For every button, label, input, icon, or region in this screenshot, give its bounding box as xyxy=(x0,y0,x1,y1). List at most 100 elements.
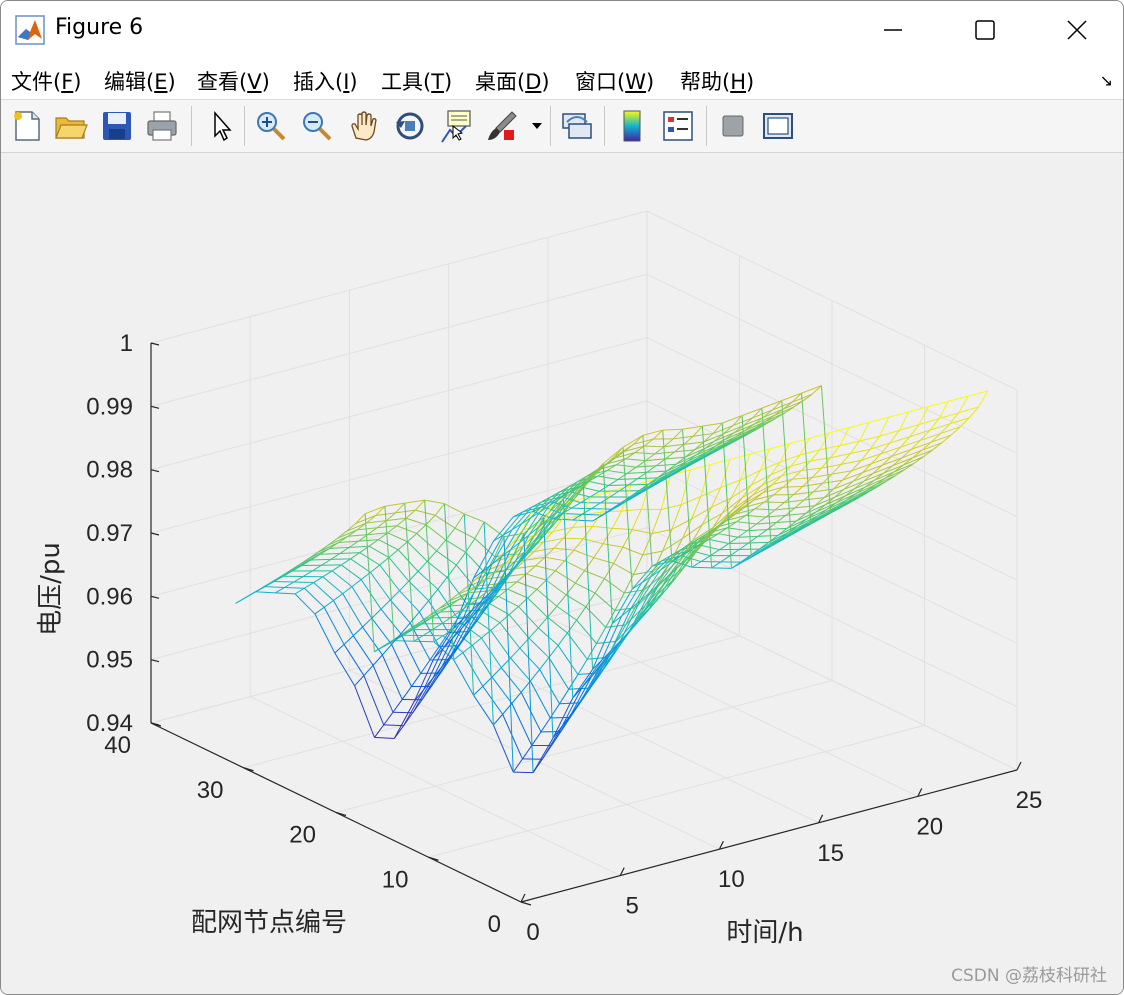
mesh-line xyxy=(473,694,494,726)
pan-hand-icon[interactable] xyxy=(346,108,382,144)
mesh-line xyxy=(293,581,314,584)
mesh-line xyxy=(621,582,642,617)
mesh-line xyxy=(720,555,731,563)
mesh-line xyxy=(614,592,625,611)
mesh-line xyxy=(379,557,390,566)
mesh-line xyxy=(776,520,797,524)
mesh-line xyxy=(699,544,720,551)
mesh-line xyxy=(408,571,419,582)
mesh-line xyxy=(601,510,622,513)
print-icon[interactable] xyxy=(144,108,180,144)
menu-edit-key: E xyxy=(154,70,168,94)
mesh-line xyxy=(499,614,510,624)
mesh-line xyxy=(571,502,582,509)
mesh-line xyxy=(264,586,285,588)
mesh-line xyxy=(632,528,653,535)
open-file-icon[interactable] xyxy=(53,108,89,144)
mesh-line xyxy=(527,588,538,599)
floor-grid-line xyxy=(428,724,925,858)
mesh-line xyxy=(571,507,592,510)
legend-icon[interactable] xyxy=(660,108,696,144)
mesh-line xyxy=(508,606,519,616)
rotate-3d-icon[interactable] xyxy=(392,108,428,144)
mesh-line xyxy=(576,619,597,644)
mesh-line xyxy=(511,691,522,704)
mesh-line xyxy=(391,644,412,687)
mesh-line xyxy=(932,442,942,451)
menu-desktop[interactable]: 桌面(D) xyxy=(475,66,550,96)
menu-window[interactable]: 窗口(W) xyxy=(575,66,654,96)
menu-insert[interactable]: 插入(I) xyxy=(293,66,358,96)
z-axis-label: 电压/pu xyxy=(36,542,66,636)
close-button[interactable] xyxy=(1031,1,1123,59)
mesh-line xyxy=(329,546,350,549)
mesh-line xyxy=(661,504,682,510)
mesh-line xyxy=(363,664,374,676)
brush-dropdown-icon[interactable] xyxy=(527,108,547,144)
mesh-line xyxy=(528,637,550,658)
minimize-button[interactable] xyxy=(847,1,939,59)
data-cursor-icon[interactable] xyxy=(438,108,474,144)
new-figure-icon[interactable] xyxy=(9,108,45,144)
mesh-line xyxy=(454,513,465,529)
brush-icon[interactable] xyxy=(484,108,520,144)
mesh-line xyxy=(321,558,332,566)
zoom-in-icon[interactable] xyxy=(253,108,289,144)
mesh-line xyxy=(612,503,623,510)
menu-view[interactable]: 查看(V) xyxy=(197,66,270,96)
mesh-line xyxy=(380,599,391,610)
mesh-line xyxy=(617,478,638,481)
mesh-line xyxy=(879,416,890,437)
mesh-line xyxy=(801,393,812,524)
mesh-line xyxy=(333,593,343,601)
mesh-line xyxy=(349,545,370,548)
menu-help[interactable]: 帮助(H) xyxy=(680,66,754,96)
x-tick-label: 10 xyxy=(718,866,745,893)
mesh-line xyxy=(634,452,655,455)
menu-edit[interactable]: 编辑(E) xyxy=(104,66,176,96)
figure-toolbar xyxy=(1,100,1123,153)
maximize-button[interactable] xyxy=(939,1,1031,59)
pointer-icon[interactable] xyxy=(203,108,239,144)
mesh-line xyxy=(622,529,633,548)
mesh-line xyxy=(350,558,371,573)
mesh-line xyxy=(444,503,465,515)
hide-plot-tools-icon[interactable] xyxy=(715,108,751,144)
mesh-line xyxy=(352,635,374,666)
undock-arrow-icon[interactable]: ↘ xyxy=(1100,71,1113,90)
menu-window-label: 窗口( xyxy=(575,70,626,94)
y-tick-label: 0 xyxy=(488,911,501,938)
surface-plot-3d[interactable]: 05101520250102030400.940.950.960.970.980… xyxy=(1,153,1123,994)
mesh-line xyxy=(499,622,521,649)
mesh-line xyxy=(425,514,436,526)
menu-file[interactable]: 文件(F) xyxy=(11,66,82,96)
zoom-out-icon[interactable] xyxy=(299,108,335,144)
mesh-line xyxy=(244,592,255,599)
menu-view-label: 查看( xyxy=(197,70,248,94)
colorbar-icon[interactable] xyxy=(614,108,650,144)
mesh-line xyxy=(536,579,547,590)
z-tick-mark xyxy=(150,595,160,599)
mesh-line xyxy=(350,552,361,560)
show-plot-tools-icon[interactable] xyxy=(760,108,796,144)
mesh-line xyxy=(293,576,304,583)
mesh-line xyxy=(556,605,577,621)
back-wall-grid-line xyxy=(150,337,648,471)
link-plot-icon[interactable] xyxy=(559,108,595,144)
mesh-line xyxy=(413,635,424,642)
mesh-line xyxy=(434,503,445,516)
mesh-line xyxy=(471,637,482,646)
mesh-line xyxy=(491,667,502,678)
mesh-line xyxy=(801,467,822,472)
z-tick-label: 0.98 xyxy=(86,457,133,484)
mesh-line xyxy=(622,546,643,556)
save-icon[interactable] xyxy=(99,108,135,144)
mesh-line xyxy=(602,446,624,465)
mesh-line xyxy=(371,617,393,645)
mesh-line xyxy=(708,538,729,545)
mesh-line xyxy=(330,553,341,560)
mesh-line xyxy=(868,416,889,423)
menu-tools[interactable]: 工具(T) xyxy=(381,66,452,96)
x-tick-mark xyxy=(1016,761,1022,771)
menu-window-end: ) xyxy=(645,70,655,94)
